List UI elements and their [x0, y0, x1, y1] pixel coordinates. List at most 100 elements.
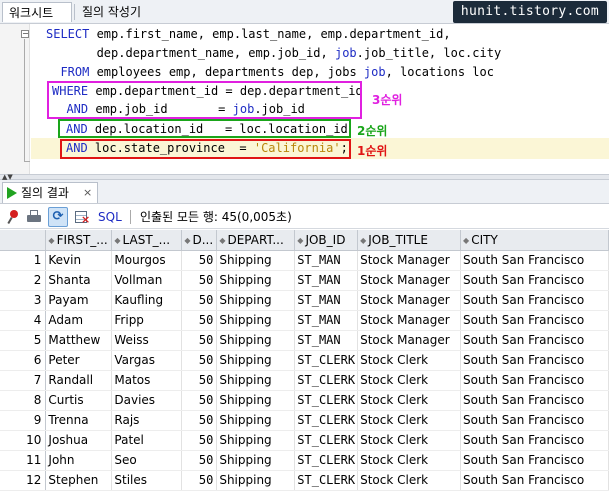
cell-first-name[interactable]: Randall	[45, 370, 113, 391]
cell-department-id[interactable]: 50	[181, 430, 218, 451]
cell-job-title[interactable]: Stock Clerk	[357, 350, 462, 371]
cell-job-title[interactable]: Stock Manager	[357, 290, 462, 311]
cell-city[interactable]: South San Francisco	[460, 290, 609, 311]
cell-job-title[interactable]: Stock Clerk	[357, 430, 462, 451]
cell-first-name[interactable]: Shanta	[45, 270, 113, 291]
cell-department-name[interactable]: Shipping	[216, 270, 296, 291]
cell-city[interactable]: South San Francisco	[460, 370, 609, 391]
cell-job-id[interactable]: ST_MAN	[294, 250, 359, 271]
cell-job-title[interactable]: Stock Manager	[357, 330, 462, 351]
column-header[interactable]: ◆ CITY	[460, 230, 609, 251]
sql-link[interactable]: SQL	[98, 205, 122, 229]
cell-last-name[interactable]: Rajs	[111, 410, 183, 431]
pin-icon[interactable]	[6, 209, 22, 225]
column-header[interactable]: ◆ LAST_...	[111, 230, 183, 251]
cell-department-id[interactable]: 50	[181, 450, 218, 471]
cell-job-id[interactable]: ST_MAN	[294, 290, 359, 311]
cell-department-name[interactable]: Shipping	[216, 290, 296, 311]
cell-last-name[interactable]: Seo	[111, 450, 183, 471]
row-number[interactable]: 12	[0, 470, 47, 491]
cell-department-id[interactable]: 50	[181, 330, 218, 351]
cell-job-id[interactable]: ST_CLERK	[294, 390, 359, 411]
row-number[interactable]: 3	[0, 290, 47, 311]
cell-job-id[interactable]: ST_CLERK	[294, 470, 359, 491]
cell-job-id[interactable]: ST_MAN	[294, 310, 359, 331]
column-header[interactable]: ◆ DEPART...	[216, 230, 296, 251]
cell-job-id[interactable]: ST_MAN	[294, 330, 359, 351]
delete-grid-icon[interactable]: ×	[74, 209, 90, 225]
cell-last-name[interactable]: Vollman	[111, 270, 183, 291]
cell-department-name[interactable]: Shipping	[216, 330, 296, 351]
cell-department-name[interactable]: Shipping	[216, 310, 296, 331]
table-row[interactable]: 8 Curtis Davies 50 Shipping ST_CLERK Stock Cle…	[0, 390, 609, 411]
cell-first-name[interactable]: Payam	[45, 290, 113, 311]
row-number[interactable]: 4	[0, 310, 47, 331]
cell-first-name[interactable]: Kevin	[45, 250, 113, 271]
cell-first-name[interactable]: Adam	[45, 310, 113, 331]
cell-first-name[interactable]: Curtis	[45, 390, 113, 411]
table-row[interactable]: 3 Payam Kaufling 50 Shipping ST_MAN Stock Mana…	[0, 290, 609, 311]
cell-job-title[interactable]: Stock Manager	[357, 270, 462, 291]
cell-department-id[interactable]: 50	[181, 290, 218, 311]
results-grid[interactable]: ◆ FIRST_... ◆ LAST_... ◆ D... ◆ DEPART... ◆ J…	[0, 230, 609, 491]
cell-first-name[interactable]: Matthew	[45, 330, 113, 351]
cell-city[interactable]: South San Francisco	[460, 450, 609, 471]
cell-job-title[interactable]: Stock Clerk	[357, 450, 462, 471]
cell-job-id[interactable]: ST_CLERK	[294, 350, 359, 371]
tab-query-result[interactable]: 질의 결과 ×	[2, 182, 98, 203]
cell-department-id[interactable]: 50	[181, 390, 218, 411]
cell-city[interactable]: South San Francisco	[460, 470, 609, 491]
cell-first-name[interactable]: Joshua	[45, 430, 113, 451]
sql-editor[interactable]: − SELECT emp.first_name, emp.last_name, …	[0, 24, 609, 174]
cell-first-name[interactable]: John	[45, 450, 113, 471]
cell-city[interactable]: South San Francisco	[460, 250, 609, 271]
column-header[interactable]: ◆ FIRST_...	[45, 230, 113, 251]
cell-department-id[interactable]: 50	[181, 350, 218, 371]
cell-job-title[interactable]: Stock Clerk	[357, 370, 462, 391]
table-row[interactable]: 11 John Seo 50 Shipping ST_CLERK Stock Clerk So…	[0, 450, 609, 471]
column-header[interactable]: ◆ JOB_ID	[294, 230, 359, 251]
cell-department-id[interactable]: 50	[181, 470, 218, 491]
print-icon[interactable]	[26, 209, 42, 225]
cell-city[interactable]: South San Francisco	[460, 410, 609, 431]
table-row[interactable]: 9 Trenna Rajs 50 Shipping ST_CLERK Stock Clerk…	[0, 410, 609, 431]
table-row[interactable]: 6 Peter Vargas 50 Shipping ST_CLERK Stock Cler…	[0, 350, 609, 371]
cell-department-name[interactable]: Shipping	[216, 390, 296, 411]
cell-last-name[interactable]: Stiles	[111, 470, 183, 491]
row-number[interactable]: 7	[0, 370, 47, 391]
row-number[interactable]: 2	[0, 270, 47, 291]
row-number[interactable]: 1	[0, 250, 47, 271]
row-number[interactable]: 6	[0, 350, 47, 371]
table-row[interactable]: 5 Matthew Weiss 50 Shipping ST_MAN Stock Manag…	[0, 330, 609, 351]
cell-department-name[interactable]: Shipping	[216, 470, 296, 491]
table-row[interactable]: 12 Stephen Stiles 50 Shipping ST_CLERK Stock C…	[0, 470, 609, 491]
cell-job-id[interactable]: ST_CLERK	[294, 430, 359, 451]
row-number[interactable]: 11	[0, 450, 47, 471]
cell-department-name[interactable]: Shipping	[216, 370, 296, 391]
cell-city[interactable]: South San Francisco	[460, 330, 609, 351]
cell-department-name[interactable]: Shipping	[216, 430, 296, 451]
table-row[interactable]: 1 Kevin Mourgos 50 Shipping ST_MAN Stock Manag…	[0, 250, 609, 271]
cell-department-id[interactable]: 50	[181, 270, 218, 291]
cell-last-name[interactable]: Davies	[111, 390, 183, 411]
row-number[interactable]: 8	[0, 390, 47, 411]
cell-department-id[interactable]: 50	[181, 370, 218, 391]
cell-city[interactable]: South San Francisco	[460, 430, 609, 451]
column-header[interactable]: ◆ JOB_TITLE	[357, 230, 462, 251]
cell-job-title[interactable]: Stock Clerk	[357, 410, 462, 431]
cell-department-id[interactable]: 50	[181, 410, 218, 431]
column-header[interactable]: ◆ D...	[181, 230, 218, 251]
cell-last-name[interactable]: Mourgos	[111, 250, 183, 271]
cell-last-name[interactable]: Fripp	[111, 310, 183, 331]
cell-city[interactable]: South San Francisco	[460, 270, 609, 291]
cell-job-title[interactable]: Stock Manager	[357, 310, 462, 331]
cell-city[interactable]: South San Francisco	[460, 310, 609, 331]
fold-minus-icon[interactable]: −	[21, 30, 29, 38]
cell-department-name[interactable]: Shipping	[216, 350, 296, 371]
cell-department-id[interactable]: 50	[181, 310, 218, 331]
cell-last-name[interactable]: Matos	[111, 370, 183, 391]
cell-first-name[interactable]: Stephen	[45, 470, 113, 491]
tab-worksheet[interactable]: 워크시트	[2, 2, 72, 22]
table-row[interactable]: 7 Randall Matos 50 Shipping ST_CLERK Stock Cle…	[0, 370, 609, 391]
cell-department-id[interactable]: 50	[181, 250, 218, 271]
